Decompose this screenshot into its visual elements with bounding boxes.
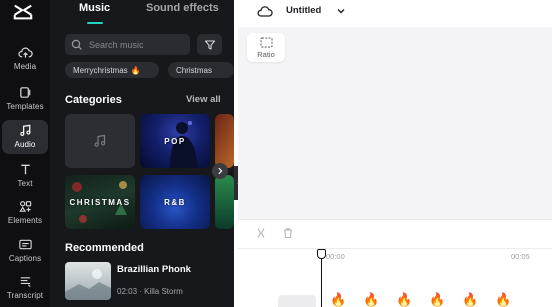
captions-icon [18,239,32,250]
nav-rail: Media Templates Audio Text Elements Capt… [0,0,50,307]
fire-emoji-sticker[interactable]: 🔥 [330,292,346,307]
track-title[interactable]: Brazillian Phonk [117,264,207,275]
track-control[interactable] [278,295,316,307]
preview-canvas[interactable] [238,27,552,219]
nav-label-media: Media [13,62,37,71]
tab-music[interactable]: Music [79,2,110,14]
category-tile-pop[interactable]: POP [140,114,210,168]
chip-label: Merrychristmas [73,65,128,75]
chevron-right-icon [218,167,223,175]
search-placeholder: Search music [89,39,144,50]
category-label-christmas: CHRISTMAS [69,197,131,207]
playhead-handle[interactable] [317,249,326,259]
nav-item-captions[interactable]: Captions [2,234,48,268]
templates-icon [19,87,30,98]
category-tile[interactable] [65,114,135,168]
fire-emoji-sticker[interactable]: 🔥 [429,292,445,307]
nav-label-templates: Templates [6,102,44,111]
cloud-upload-icon [17,47,33,58]
nav-item-audio[interactable]: Audio [2,120,48,154]
text-icon [20,164,30,175]
category-tile[interactable] [215,175,234,229]
nav-label-text: Text [17,179,33,188]
flame-icon: 🔥 [130,65,141,75]
track-meta: 02:03 · Killa Storm [117,287,183,296]
active-tab-indicator [87,22,103,24]
aspect-ratio-icon [260,37,272,47]
category-label-rnb: R&B [164,197,186,207]
track-artwork [65,269,111,300]
nav-item-templates[interactable]: Templates [2,82,48,116]
music-note-icon [19,124,30,136]
time-tick: 00:00 [326,252,345,261]
nav-label-captions: Captions [8,254,42,263]
ratio-button[interactable]: Ratio [247,33,285,62]
project-title[interactable]: Untitled [286,5,321,16]
delete-icon[interactable] [282,227,294,239]
fire-emoji-sticker[interactable]: 🔥 [495,292,511,307]
fire-emoji-sticker[interactable]: 🔥 [396,292,412,307]
elements-icon [18,201,31,212]
transcript-icon [20,277,31,288]
nav-item-elements[interactable]: Elements [2,196,48,230]
nav-label-elements: Elements [7,216,43,225]
capcut-logo[interactable] [12,2,34,22]
tab-sound-effects[interactable]: Sound effects [146,2,219,14]
chip-label: Christmas [176,65,213,75]
fire-emoji-sticker[interactable]: 🔥 [363,292,379,307]
tag-chip-christmas[interactable]: Christmas [168,62,234,78]
search-music-input[interactable]: Search music [65,34,190,55]
category-label-pop: POP [164,136,186,146]
nav-item-media[interactable]: Media [2,42,48,76]
audio-panel: Music Sound effects Search music Merrych… [50,0,234,307]
search-icon [71,39,82,50]
music-note-icon [94,134,106,147]
split-icon[interactable] [255,227,267,239]
carousel-next-button[interactable] [212,163,228,179]
tag-chip-merrychristmas[interactable]: Merrychristmas 🔥 [65,62,159,78]
timeline-ruler[interactable] [238,248,552,266]
recommended-title: Recommended [65,242,144,254]
category-tile-christmas[interactable]: CHRISTMAS [65,175,135,229]
view-all-link[interactable]: View all [186,94,221,105]
categories-title: Categories [65,94,122,106]
category-tile-rnb[interactable]: R&B [140,175,210,229]
track-thumbnail[interactable] [65,262,111,300]
nav-item-text[interactable]: Text [2,159,48,193]
cloud-icon[interactable] [257,4,273,18]
fire-emoji-sticker[interactable]: 🔥 [462,292,478,307]
chevron-down-icon[interactable] [336,6,346,16]
playhead[interactable] [321,256,322,307]
filter-button[interactable] [197,34,222,55]
category-tile[interactable] [215,114,234,168]
time-tick: 00:05 [511,252,530,261]
nav-label-audio: Audio [14,140,36,149]
filter-icon [204,39,215,50]
nav-item-transcript[interactable]: Transcript [2,271,48,305]
ratio-label: Ratio [257,49,275,59]
editor-main: Untitled Ratio 00:00 00:05 🔥 🔥 🔥 🔥 🔥 🔥 [238,0,552,307]
nav-label-transcript: Transcript [6,291,44,300]
editor-topbar: Untitled [238,0,552,24]
